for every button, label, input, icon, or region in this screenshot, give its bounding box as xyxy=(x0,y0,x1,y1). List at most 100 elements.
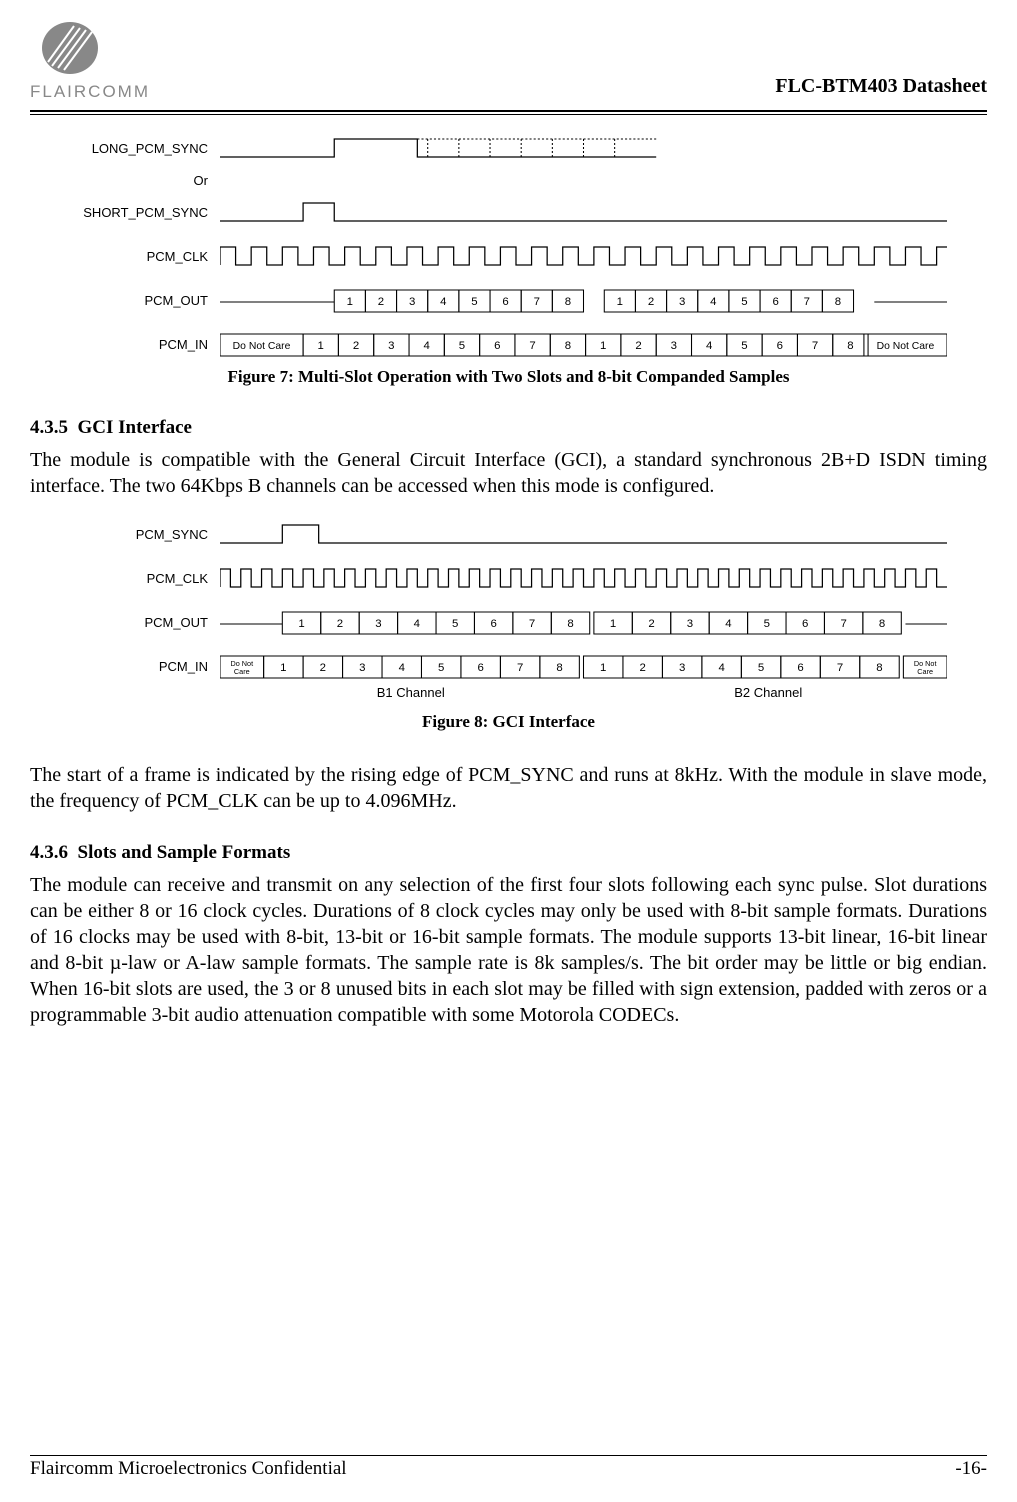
svg-text:7: 7 xyxy=(517,662,523,674)
svg-text:8: 8 xyxy=(876,662,882,674)
brand-text: FLAIRCOMM xyxy=(30,82,150,102)
section-436-para: The module can receive and transmit on a… xyxy=(30,872,987,1028)
svg-text:1: 1 xyxy=(318,340,324,352)
dnc-label: Do Not Care xyxy=(233,341,291,352)
b1-channel-label: B1 Channel xyxy=(232,685,590,700)
svg-text:5: 5 xyxy=(438,662,444,674)
signal-label-long-sync: LONG_PCM_SYNC xyxy=(70,141,220,156)
svg-text:7: 7 xyxy=(529,618,535,630)
svg-text:5: 5 xyxy=(452,618,458,630)
svg-text:6: 6 xyxy=(490,618,496,630)
svg-text:8: 8 xyxy=(879,618,885,630)
figure-8-caption: Figure 8: GCI Interface xyxy=(30,712,987,732)
svg-text:2: 2 xyxy=(648,618,654,630)
svg-text:6: 6 xyxy=(797,662,803,674)
svg-text:2: 2 xyxy=(648,296,654,308)
section-number: 4.3.6 xyxy=(30,842,68,863)
section-436-heading: 4.3.6 Slots and Sample Formats xyxy=(30,842,987,864)
svg-text:7: 7 xyxy=(840,618,846,630)
signal-label-in-f8: PCM_IN xyxy=(70,659,220,674)
svg-text:7: 7 xyxy=(529,340,535,352)
svg-text:3: 3 xyxy=(359,662,365,674)
signal-label-clk-f8: PCM_CLK xyxy=(70,571,220,586)
signal-label-or: Or xyxy=(70,173,220,188)
document-title: FLC-BTM403 Datasheet xyxy=(775,75,987,98)
svg-text:5: 5 xyxy=(758,662,764,674)
svg-text:3: 3 xyxy=(679,662,685,674)
svg-text:8: 8 xyxy=(556,662,562,674)
svg-text:4: 4 xyxy=(710,296,716,308)
svg-text:8: 8 xyxy=(835,296,841,308)
svg-text:4: 4 xyxy=(440,296,446,308)
figure-7-caption: Figure 7: Multi-Slot Operation with Two … xyxy=(30,367,987,387)
svg-text:7: 7 xyxy=(804,296,810,308)
section-title: Slots and Sample Formats xyxy=(78,842,291,863)
svg-text:1: 1 xyxy=(298,618,304,630)
svg-text:1: 1 xyxy=(610,618,616,630)
svg-text:1: 1 xyxy=(617,296,623,308)
svg-text:7: 7 xyxy=(837,662,843,674)
svg-text:4: 4 xyxy=(399,662,405,674)
svg-text:7: 7 xyxy=(812,340,818,352)
footer-left: Flaircomm Microelectronics Confidential xyxy=(30,1458,347,1480)
signal-label-sync-f8: PCM_SYNC xyxy=(70,527,220,542)
svg-text:1: 1 xyxy=(280,662,286,674)
svg-text:2: 2 xyxy=(640,662,646,674)
svg-text:5: 5 xyxy=(459,340,465,352)
svg-text:1: 1 xyxy=(600,340,606,352)
svg-text:4: 4 xyxy=(718,662,724,674)
signal-label-out-f7: PCM_OUT xyxy=(70,293,220,308)
svg-text:5: 5 xyxy=(741,340,747,352)
svg-text:6: 6 xyxy=(494,340,500,352)
signal-label-clk-f7: PCM_CLK xyxy=(70,249,220,264)
para-after-fig8: The start of a frame is indicated by the… xyxy=(30,762,987,814)
svg-text:7: 7 xyxy=(534,296,540,308)
svg-text:4: 4 xyxy=(424,340,430,352)
svg-text:6: 6 xyxy=(478,662,484,674)
svg-text:6: 6 xyxy=(502,296,508,308)
svg-text:5: 5 xyxy=(741,296,747,308)
flaircomm-logo-icon xyxy=(30,20,110,80)
svg-text:Care: Care xyxy=(917,668,933,676)
page-header: FLAIRCOMM FLC-BTM403 Datasheet xyxy=(30,20,987,102)
svg-text:1: 1 xyxy=(600,662,606,674)
svg-text:8: 8 xyxy=(847,340,853,352)
svg-text:Do Not: Do Not xyxy=(231,660,254,668)
signal-label-short-sync: SHORT_PCM_SYNC xyxy=(70,205,220,220)
svg-text:3: 3 xyxy=(375,618,381,630)
svg-text:8: 8 xyxy=(567,618,573,630)
svg-text:4: 4 xyxy=(725,618,731,630)
svg-text:3: 3 xyxy=(671,340,677,352)
svg-text:8: 8 xyxy=(565,296,571,308)
signal-label-in-f7: PCM_IN xyxy=(70,337,220,352)
svg-text:3: 3 xyxy=(679,296,685,308)
svg-text:8: 8 xyxy=(565,340,571,352)
svg-text:Do Not: Do Not xyxy=(914,660,937,668)
svg-text:3: 3 xyxy=(388,340,394,352)
svg-text:2: 2 xyxy=(378,296,384,308)
svg-text:2: 2 xyxy=(353,340,359,352)
figure-7: LONG_PCM_SYNC Or SHORT_PCM_SYNC xyxy=(70,135,947,357)
section-number: 4.3.5 xyxy=(30,417,68,438)
svg-text:2: 2 xyxy=(337,618,343,630)
channel-labels: B1 Channel B2 Channel xyxy=(232,685,947,700)
page-footer: Flaircomm Microelectronics Confidential … xyxy=(30,1455,987,1480)
svg-text:6: 6 xyxy=(772,296,778,308)
figure-8: PCM_SYNC PCM_CLK PCM_OUT 1 2 3 4 5 6 7 8 xyxy=(70,521,947,700)
svg-text:5: 5 xyxy=(471,296,477,308)
svg-text:4: 4 xyxy=(706,340,712,352)
section-435-heading: 4.3.5 GCI Interface xyxy=(30,417,987,439)
section-435-para: The module is compatible with the Genera… xyxy=(30,447,987,499)
section-title: GCI Interface xyxy=(78,417,193,438)
header-rule xyxy=(30,110,987,115)
svg-text:3: 3 xyxy=(687,618,693,630)
svg-text:3: 3 xyxy=(409,296,415,308)
svg-text:1: 1 xyxy=(347,296,353,308)
svg-text:5: 5 xyxy=(764,618,770,630)
svg-text:2: 2 xyxy=(320,662,326,674)
svg-text:4: 4 xyxy=(414,618,420,630)
footer-right: -16- xyxy=(955,1458,987,1480)
dnc-label: Do Not Care xyxy=(877,341,935,352)
signal-label-out-f8: PCM_OUT xyxy=(70,615,220,630)
b2-channel-label: B2 Channel xyxy=(590,685,948,700)
